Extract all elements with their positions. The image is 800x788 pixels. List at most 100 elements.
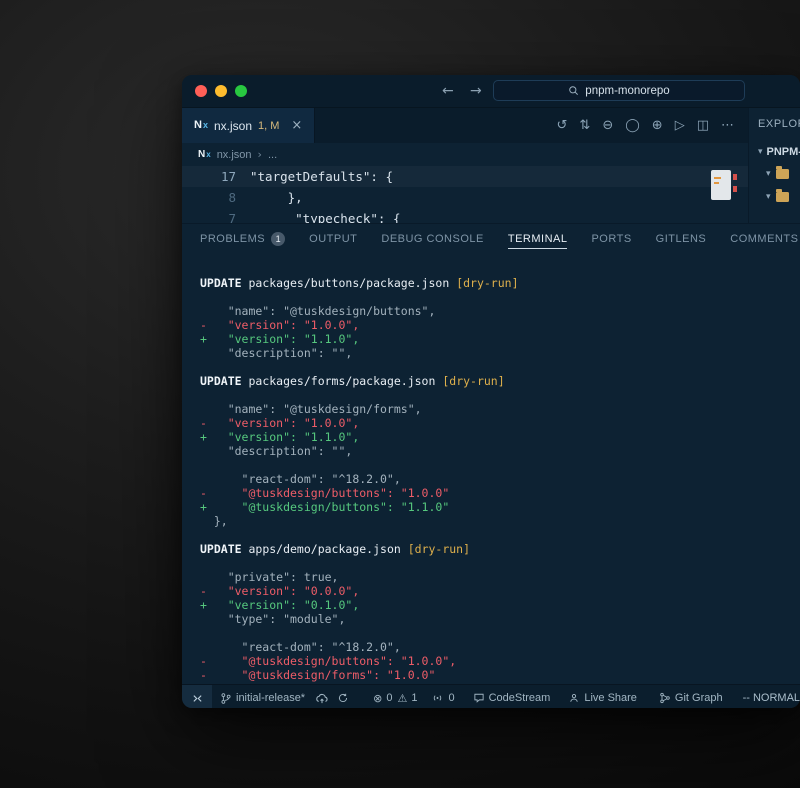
command-center-search[interactable]: pnpm-monorepo <box>493 80 745 101</box>
status-label: Git Graph <box>675 692 723 704</box>
panel-tab-problems[interactable]: PROBLEMS1 <box>200 224 285 254</box>
line-number: 8 <box>182 187 236 208</box>
panel-tab-terminal[interactable]: TERMINAL <box>508 224 568 254</box>
nx-letter: N <box>198 150 205 160</box>
more-actions-icon[interactable]: ⋯ <box>721 119 734 132</box>
line-number: 7 <box>182 208 236 223</box>
terminal-line: - "@tuskdesign/forms": "1.0.0" <box>200 668 800 682</box>
status-error[interactable]: ⊗0 <box>373 692 392 704</box>
terminal-output[interactable]: UPDATE packages/buttons/package.json [dr… <box>182 254 800 684</box>
status-liveshare[interactable]: Live Share <box>568 692 637 704</box>
status-git-graph[interactable]: Git Graph <box>659 692 723 704</box>
chevron-down-icon: ▾ <box>758 147 763 157</box>
chevron-down-icon: ▾ <box>766 192 771 202</box>
panel-tab-ports[interactable]: PORTS <box>591 224 631 254</box>
remote-indicator[interactable] <box>182 685 212 708</box>
previous-change-icon[interactable]: ⊖ <box>602 119 613 132</box>
panel-tab-output[interactable]: OUTPUT <box>309 224 357 254</box>
terminal-line: "react-dom": "^18.2.0", <box>200 472 800 486</box>
nx-letter-x: x <box>206 151 210 159</box>
terminal-line: UPDATE packages/buttons/package.json [dr… <box>200 276 800 290</box>
terminal-line: }, <box>200 514 800 528</box>
breadcrumb-more[interactable]: ... <box>268 149 277 161</box>
tab-label: nx.json <box>214 119 252 133</box>
status-label: initial-release* <box>236 692 305 704</box>
status-label: 0 <box>448 692 454 704</box>
folder-icon <box>776 192 789 202</box>
code-text: "targetDefaults": { <box>236 166 393 187</box>
chevron-down-icon: ▾ <box>766 169 771 179</box>
terminal-line: "react-dom": "^18.2.0", <box>200 640 800 654</box>
warning-icon: ⚠ <box>397 693 407 704</box>
terminal-line <box>200 528 800 542</box>
terminal-line: "description": "", <box>200 444 800 458</box>
code-line: 17"targetDefaults": { <box>182 166 748 187</box>
tab-nx-json[interactable]: Nx nx.json 1, M × <box>182 108 315 143</box>
panel-tab-label: GITLENS <box>656 233 707 245</box>
code-line: 7 "typecheck": { <box>182 208 748 223</box>
next-change-icon[interactable]: ⊕ <box>652 119 663 132</box>
panel-tab-debug-console[interactable]: DEBUG CONSOLE <box>381 224 483 254</box>
cloud-upload-icon <box>315 692 329 704</box>
diff-file-path: packages/buttons/package.json <box>242 276 457 290</box>
status-broadcast[interactable]: 0 <box>431 692 454 704</box>
sidebar-folder-row[interactable]: ▾ <box>758 190 800 204</box>
terminal-line: "type": "module", <box>200 612 800 626</box>
panel-tab-gitlens[interactable]: GITLENS <box>656 224 707 254</box>
terminal-line: + "@tuskdesign/buttons": "1.1.0" <box>200 500 800 514</box>
terminal-line: UPDATE packages/forms/package.json [dry-… <box>200 374 800 388</box>
overview-ruler-error-mark <box>733 186 737 192</box>
zoom-window-button[interactable] <box>235 85 247 97</box>
close-tab-icon[interactable]: × <box>291 118 302 133</box>
nx-file-icon: Nx <box>198 150 211 160</box>
open-changes-icon[interactable]: ◯ <box>625 119 640 132</box>
breadcrumb-file[interactable]: nx.json <box>217 149 252 161</box>
editor-code-area[interactable]: 17"targetDefaults": {8 },7 "typecheck": … <box>182 166 748 223</box>
status-codestream[interactable]: CodeStream <box>473 692 551 704</box>
code-text: }, <box>236 187 303 208</box>
status-sync[interactable] <box>337 692 349 704</box>
navigate-back-icon[interactable]: ← <box>442 82 454 100</box>
tab-decoration: 1, M <box>258 120 279 132</box>
explorer-sidebar: EXPLORER ▾ PNPM-MONOREPO ▾ ▾ <box>748 108 800 223</box>
status-git-branch[interactable]: initial-release* <box>220 692 305 705</box>
status-warning[interactable]: ⚠1 <box>397 692 417 704</box>
status-label: -- NORMAL -- <box>743 692 800 704</box>
explorer-root-folder[interactable]: ▾ PNPM-MONOREPO <box>758 146 800 158</box>
minimap[interactable] <box>711 170 731 200</box>
terminal-line: + "version": "0.1.0", <box>200 598 800 612</box>
panel-tab-comments[interactable]: COMMENTS <box>730 224 798 254</box>
timeline-icon[interactable]: ↺ <box>557 119 568 132</box>
upper-region: Nx nx.json 1, M × ↺ ⇅ ⊖ ◯ ⊕ ▷ ◫ ⋯ Nx nx.json › … <box>182 108 800 223</box>
close-window-button[interactable] <box>195 85 207 97</box>
terminal-line <box>200 290 800 304</box>
broadcast-icon <box>431 692 444 704</box>
breadcrumb[interactable]: Nx nx.json › ... <box>182 143 748 166</box>
window-controls <box>195 85 247 97</box>
nx-letter-x: x <box>203 121 208 130</box>
status-vim-mode[interactable]: -- NORMAL -- <box>743 692 800 704</box>
git-compare-icon[interactable]: ⇅ <box>579 119 590 132</box>
terminal-line: "name": "@tuskdesign/forms", <box>200 402 800 416</box>
terminal-line: - "@tuskdesign/buttons": "1.0.0" <box>200 486 800 500</box>
panel-tab-label: PORTS <box>591 233 631 245</box>
sidebar-folder-row[interactable]: ▾ <box>758 167 800 181</box>
panel-tab-label: COMMENTS <box>730 233 798 245</box>
titlebar[interactable]: ← → pnpm-monorepo <box>182 75 800 108</box>
problems-count-badge: 1 <box>271 232 285 246</box>
navigate-forward-icon[interactable]: → <box>470 82 482 100</box>
minimize-window-button[interactable] <box>215 85 227 97</box>
panel-tab-label: OUTPUT <box>309 233 357 245</box>
terminal-line: "name": "@tuskdesign/buttons", <box>200 304 800 318</box>
run-icon[interactable]: ▷ <box>675 119 685 132</box>
split-editor-icon[interactable]: ◫ <box>697 119 709 132</box>
terminal-line: - "@tuskdesign/buttons": "1.0.0", <box>200 654 800 668</box>
terminal-line: "description": "", <box>200 346 800 360</box>
explorer-title: EXPLORER <box>758 118 800 130</box>
editor-tab-bar: Nx nx.json 1, M × ↺ ⇅ ⊖ ◯ ⊕ ▷ ◫ ⋯ <box>182 108 748 143</box>
status-label: CodeStream <box>489 692 551 704</box>
terminal-line: - "version": "1.0.0", <box>200 416 800 430</box>
terminal-line: + "version": "1.1.0", <box>200 332 800 346</box>
remote-indicator-icon <box>191 692 204 705</box>
status-cloud-upload[interactable] <box>315 692 329 704</box>
